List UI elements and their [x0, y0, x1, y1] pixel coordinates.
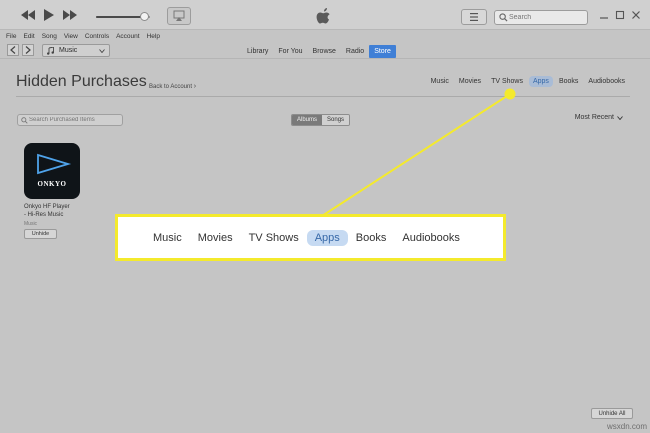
menu-edit[interactable]: Edit: [23, 33, 34, 40]
search-icon: [21, 117, 28, 124]
media-type-label: Music: [59, 47, 78, 54]
music-note-icon: [47, 46, 54, 55]
nav-tabs: Library For You Browse Radio Store: [242, 44, 396, 58]
callout-music: Music: [153, 231, 182, 244]
minimize-icon[interactable]: [599, 10, 609, 20]
menu-controls[interactable]: Controls: [85, 33, 109, 40]
tab-library[interactable]: Library: [242, 45, 273, 58]
play-triangle-icon: [37, 153, 72, 175]
callout-box: Music Movies TV Shows Apps Books Audiobo…: [115, 214, 506, 261]
callout-category-tabs: Music Movies TV Shows Apps Books Audiobo…: [118, 217, 503, 258]
menu-view[interactable]: View: [64, 33, 78, 40]
category-apps[interactable]: Apps: [528, 76, 553, 87]
player-bar: [0, 0, 650, 30]
app-name-line2: - Hi-Res Music: [24, 211, 64, 218]
app-logo-text: ONKYO: [37, 180, 67, 188]
menu-file[interactable]: File: [6, 33, 16, 40]
callout-apps: Apps: [306, 229, 348, 246]
view-toggle: Albums Songs: [291, 114, 351, 126]
back-to-account-link[interactable]: Back to Account ›: [149, 83, 196, 90]
toggle-songs[interactable]: Songs: [322, 115, 350, 125]
volume-fill: [96, 16, 144, 18]
maximize-icon[interactable]: [615, 10, 625, 20]
chevron-right-icon: ›: [193, 83, 197, 90]
airplay-button[interactable]: [167, 7, 191, 25]
app-kind: Music: [24, 221, 38, 227]
toggle-albums[interactable]: Albums: [292, 115, 323, 125]
tab-browse[interactable]: Browse: [308, 45, 341, 58]
page-title: Hidden Purchases: [16, 73, 147, 90]
play-icon[interactable]: [42, 8, 56, 22]
menu-song[interactable]: Song: [42, 33, 57, 40]
callout-line: [321, 93, 511, 217]
rewind-icon[interactable]: [20, 8, 36, 22]
sort-label: Most Recent: [574, 114, 614, 121]
app-icon-onkyo[interactable]: ONKYO: [24, 143, 80, 199]
category-audiobooks[interactable]: Audiobooks: [584, 76, 629, 87]
app-name-line1: Onkyo HF Player: [24, 204, 70, 210]
list-icon: [470, 13, 478, 21]
category-tabs: Music Movies TV Shows Apps Books Audiobo…: [427, 76, 629, 87]
search-box[interactable]: [494, 10, 588, 25]
watermark: wsxdn.com: [606, 422, 647, 431]
chevron-right-icon: [25, 46, 31, 54]
unhide-button[interactable]: Unhide: [24, 229, 57, 239]
callout-tv-shows: TV Shows: [248, 231, 299, 244]
menu-help[interactable]: Help: [147, 33, 160, 40]
search-input[interactable]: [509, 11, 587, 24]
app-name[interactable]: Onkyo HF Player - Hi-Res Music: [24, 204, 94, 219]
tab-store[interactable]: Store: [369, 44, 396, 58]
tab-radio[interactable]: Radio: [341, 45, 369, 58]
apple-logo-icon: [316, 7, 332, 25]
nav-bar: Music Library For You Browse Radio Store: [0, 42, 650, 59]
sort-select[interactable]: Most Recent: [575, 114, 623, 121]
callout-books: Books: [355, 231, 387, 244]
media-type-select[interactable]: Music: [42, 44, 110, 57]
menu-bar: File Edit Song View Controls Account Hel…: [0, 30, 650, 42]
back-button[interactable]: [7, 44, 19, 56]
chevron-down-icon: [99, 49, 105, 53]
search-icon: [499, 13, 508, 22]
callout-dot: [504, 88, 516, 100]
chevron-down-icon: [617, 115, 623, 120]
unhide-all-button[interactable]: Unhide All: [591, 408, 633, 419]
callout-movies: Movies: [197, 231, 233, 244]
header-divider: [16, 96, 630, 97]
category-tv-shows[interactable]: TV Shows: [487, 76, 527, 87]
chevron-left-icon: [10, 46, 16, 54]
forward-button[interactable]: [22, 44, 34, 56]
close-icon[interactable]: [631, 10, 641, 20]
tab-for-you[interactable]: For You: [273, 45, 307, 58]
menu-account[interactable]: Account: [116, 33, 140, 40]
airplay-icon: [173, 10, 185, 21]
category-movies[interactable]: Movies: [455, 76, 485, 87]
purchased-search-box[interactable]: [17, 114, 123, 126]
purchased-search-input[interactable]: [29, 115, 121, 125]
callout-audiobooks: Audiobooks: [402, 231, 460, 244]
volume-knob[interactable]: [139, 12, 149, 21]
back-to-account-label: Back to Account: [149, 84, 193, 90]
category-books[interactable]: Books: [555, 76, 582, 87]
category-music[interactable]: Music: [427, 76, 453, 87]
fast-forward-icon[interactable]: [62, 8, 78, 22]
list-view-button[interactable]: [461, 9, 487, 25]
